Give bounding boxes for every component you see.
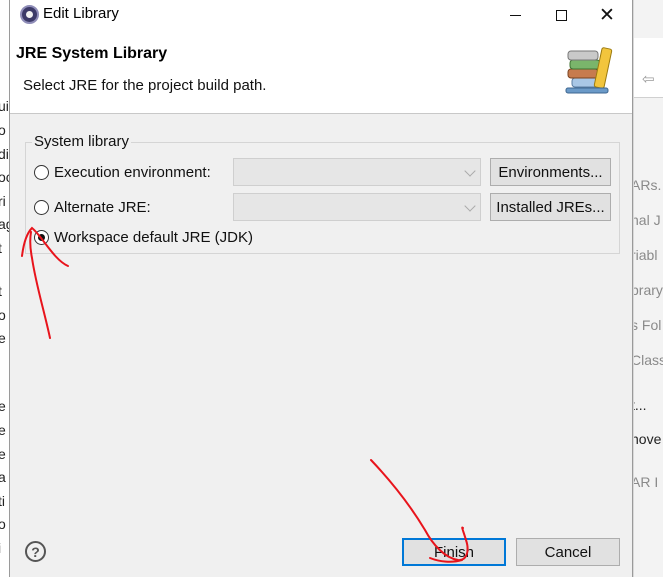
background-properties-strip: ⇦ ARs. nal J riabl brary s Fol Class t..… (633, 0, 663, 577)
chevron-down-icon (464, 165, 476, 177)
workspace-default-jre-option[interactable]: Workspace default JRE (JDK) (34, 229, 253, 246)
help-button[interactable]: ? (25, 541, 46, 562)
background-text: e (0, 446, 6, 462)
header-description: Select JRE for the project build path. (23, 77, 267, 94)
close-icon: ✕ (599, 4, 615, 26)
workspace-default-jre-radio[interactable] (34, 230, 49, 245)
background-text: e (0, 330, 6, 346)
environments-button[interactable]: Environments... (490, 158, 611, 186)
header-title: JRE System Library (16, 45, 168, 62)
background-text: a (0, 469, 6, 485)
window-title: Edit Library (43, 5, 119, 22)
minimize-button[interactable] (492, 0, 538, 30)
installed-jres-button[interactable]: Installed JREs... (490, 193, 611, 221)
background-button-text: t... (634, 397, 647, 413)
background-text: ag (0, 216, 9, 232)
background-text: ti (0, 493, 5, 509)
background-text: di (0, 146, 9, 162)
background-button-text: Class (634, 352, 663, 368)
eclipse-logo-icon (20, 5, 39, 24)
background-text: oc (0, 169, 9, 185)
background-text: i (0, 540, 1, 556)
background-text: e (0, 398, 6, 414)
background-text: o (0, 307, 6, 323)
minimize-icon (509, 14, 521, 16)
background-text: t (0, 240, 2, 256)
alternate-jre-option[interactable]: Alternate JRE: (34, 199, 151, 216)
close-button[interactable]: ✕ (584, 0, 630, 30)
execution-environment-option[interactable]: Execution environment: (34, 164, 211, 181)
dialog-footer: ? Finish Cancel (10, 522, 632, 577)
cancel-button[interactable]: Cancel (516, 538, 620, 566)
background-button-text: brary (633, 282, 663, 298)
background-text: o (0, 516, 6, 532)
background-button-text: nove (633, 431, 662, 447)
background-text: t (0, 283, 2, 299)
background-button-text: ARs. (633, 177, 662, 193)
background-editor-strip: ui o di oc ri ag t t o e e e e a ti o i (0, 0, 9, 577)
title-bar: Edit Library ✕ (10, 0, 632, 30)
group-label: System library (32, 133, 132, 150)
execution-environment-combo[interactable] (233, 158, 481, 186)
alternate-jre-combo[interactable] (233, 193, 481, 221)
back-arrow-icon: ⇦ (642, 71, 655, 88)
execution-environment-radio[interactable] (34, 165, 49, 180)
background-button-text: AR I (633, 474, 659, 490)
background-text: e (0, 422, 6, 438)
background-tab (634, 38, 663, 98)
workspace-default-jre-label: Workspace default JRE (JDK) (54, 229, 253, 246)
background-button-text: nal J (633, 212, 661, 228)
background-text: ri (0, 193, 6, 209)
maximize-icon (555, 9, 567, 21)
maximize-button[interactable] (538, 0, 584, 30)
screen: ui o di oc ri ag t t o e e e e a ti o i … (0, 0, 663, 577)
alternate-jre-label: Alternate JRE: (54, 199, 151, 216)
background-button-text: s Fol (633, 317, 662, 333)
background-text: o (0, 122, 6, 138)
finish-button[interactable]: Finish (402, 538, 506, 566)
library-books-icon (565, 47, 613, 94)
edit-library-dialog: Edit Library ✕ JRE System Library Select… (9, 0, 633, 577)
execution-environment-label: Execution environment: (54, 164, 211, 181)
dialog-header: JRE System Library Select JRE for the pr… (10, 30, 632, 114)
background-text: ui (0, 98, 9, 114)
system-library-group: System library Execution environment: En… (25, 133, 620, 254)
chevron-down-icon (464, 200, 476, 212)
alternate-jre-radio[interactable] (34, 200, 49, 215)
background-button-text: riabl (633, 247, 658, 263)
